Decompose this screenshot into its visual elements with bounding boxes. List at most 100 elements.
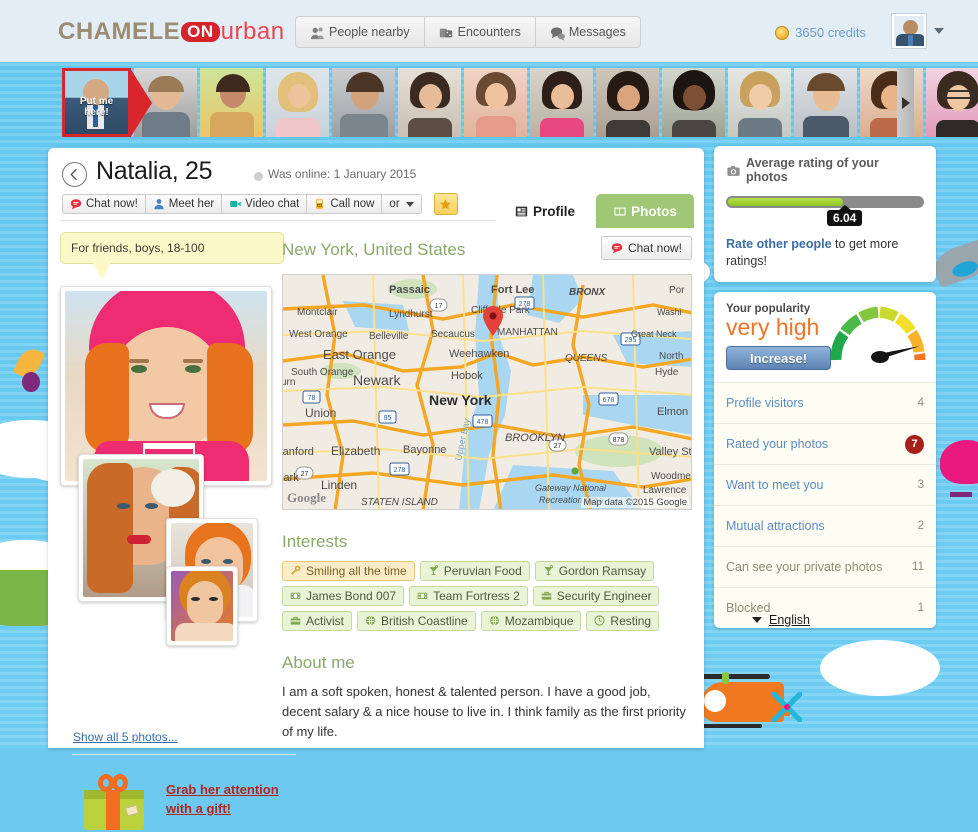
rating-progress-bar: 6.04 xyxy=(726,196,924,226)
helicopter-mast-decoration xyxy=(722,672,729,684)
logo-text-part1: CHAMELE xyxy=(58,18,181,45)
location-map[interactable]: 17 278 295 78 95 478 678 878 27 27 278 P… xyxy=(282,274,692,510)
popularity-panel: Your popularity very high Increase! Prof… xyxy=(714,292,936,628)
video-chat-button[interactable]: Video chat xyxy=(221,194,307,214)
balloon-string-decoration xyxy=(950,492,972,497)
profile-action-buttons: Chat now! Meet her Video chat Call now o… xyxy=(62,193,458,215)
increase-popularity-button[interactable]: Increase! xyxy=(726,346,831,370)
main-navigation: People nearby Encounters Messages xyxy=(295,16,641,48)
svg-text:urn: urn xyxy=(283,377,295,388)
svg-text:278: 278 xyxy=(394,467,406,474)
app-logo[interactable]: CHAMELE ON urban xyxy=(58,18,285,46)
svg-text:ranford: ranford xyxy=(283,446,314,458)
thumb-put-me-here[interactable]: Put me here! xyxy=(62,68,131,137)
svg-text:Hobok: Hobok xyxy=(451,370,483,382)
gift-cta-line2: with a gift! xyxy=(166,801,231,816)
put-me-here-arrow xyxy=(130,68,152,138)
person-thumbnail[interactable] xyxy=(398,68,461,137)
profile-card: Natalia, 25 Was online: 1 January 2015 C… xyxy=(48,148,704,830)
nav-people-nearby[interactable]: People nearby xyxy=(295,16,424,48)
sidebar-stat-rated-your-photos[interactable]: Rated your photos 7 xyxy=(714,423,936,464)
photo-thumbnail-image xyxy=(171,571,233,641)
stat-label: Mutual attractions xyxy=(726,519,825,533)
nav-encounters-label: Encounters xyxy=(457,25,521,39)
credits-indicator[interactable]: 3650 credits xyxy=(775,25,866,40)
rate-other-people-link[interactable]: Rate other people xyxy=(726,237,832,251)
cloud-decoration xyxy=(820,640,940,696)
more-options-label: or xyxy=(389,198,400,210)
language-label: English xyxy=(769,613,810,627)
interest-tag-label: Team Fortress 2 xyxy=(433,589,520,603)
nav-messages-label: Messages xyxy=(568,25,626,39)
tab-photos[interactable]: Photos xyxy=(596,194,694,228)
svg-text:New York: New York xyxy=(429,392,492,408)
interest-tag[interactable]: Smiling all the time xyxy=(282,561,415,581)
person-thumbnail[interactable] xyxy=(662,68,725,137)
gift-box-icon[interactable] xyxy=(82,772,146,832)
svg-text:East Orange: East Orange xyxy=(323,347,396,362)
chevron-down-icon[interactable] xyxy=(934,28,944,34)
interest-tag-label: Peruvian Food xyxy=(443,564,522,578)
interest-tag[interactable]: Resting xyxy=(586,611,660,631)
avatar[interactable] xyxy=(892,14,926,48)
interest-tag[interactable]: British Coastline xyxy=(357,611,476,631)
person-thumbnail[interactable] xyxy=(200,68,263,137)
person-thumbnail[interactable] xyxy=(794,68,857,137)
call-now-button[interactable]: Call now xyxy=(306,194,382,214)
show-all-photos-link[interactable]: Show all 5 photos... xyxy=(73,730,178,744)
interest-tag-label: British Coastline xyxy=(381,614,468,628)
briefcase-icon xyxy=(541,590,553,602)
interest-tag[interactable]: Peruvian Food xyxy=(419,561,530,581)
back-button[interactable] xyxy=(62,162,87,187)
sidebar-stat-mutual-attractions[interactable]: Mutual attractions 2 xyxy=(714,505,936,546)
phone-icon xyxy=(314,198,326,210)
interest-tag[interactable]: Gordon Ramsay xyxy=(534,561,655,581)
person-thumbnail[interactable] xyxy=(530,68,593,137)
kite-decoration xyxy=(22,372,40,392)
meet-her-button[interactable]: Meet her xyxy=(144,194,222,214)
last-online-text: Was online: 1 January 2015 xyxy=(268,167,417,181)
people-thumbnail-strip[interactable]: Put me here! xyxy=(62,68,978,142)
interest-tag[interactable]: James Bond 007 xyxy=(282,586,405,606)
globe-icon xyxy=(365,615,377,627)
svg-text:Gateway National: Gateway National xyxy=(535,483,607,493)
chat-now-button[interactable]: Chat now! xyxy=(62,194,145,214)
svg-text:Passaic: Passaic xyxy=(389,284,430,296)
nav-encounters[interactable]: Encounters xyxy=(423,16,535,48)
person-thumbnail[interactable] xyxy=(596,68,659,137)
interest-tag-label: Gordon Ramsay xyxy=(558,564,647,578)
chat-now-button-secondary[interactable]: Chat now! xyxy=(600,236,692,260)
coin-icon xyxy=(775,25,790,40)
stat-label: Can see your private photos xyxy=(726,560,883,574)
more-options-button[interactable]: or xyxy=(381,194,422,214)
interest-tag[interactable]: Security Engineer xyxy=(532,586,660,606)
photo-thumbnail[interactable] xyxy=(166,566,238,646)
language-selector[interactable]: English xyxy=(752,613,810,627)
person-thumbnail[interactable] xyxy=(266,68,329,137)
person-thumbnail[interactable] xyxy=(926,68,978,137)
interest-tag[interactable]: Activist xyxy=(282,611,353,631)
tab-profile[interactable]: Profile xyxy=(496,194,594,228)
sidebar-stat-blocked[interactable]: Blocked 1 xyxy=(714,587,936,628)
person-thumbnail[interactable] xyxy=(464,68,527,137)
sidebar-stat-want-to-meet-you[interactable]: Want to meet you 3 xyxy=(714,464,936,505)
sidebar-stat-can-see-private-photos[interactable]: Can see your private photos 11 xyxy=(714,546,936,587)
nav-messages[interactable]: Messages xyxy=(534,16,641,48)
interest-tag[interactable]: Team Fortress 2 xyxy=(409,586,528,606)
interest-tag-label: James Bond 007 xyxy=(306,589,397,603)
map-pin-icon xyxy=(483,306,503,336)
left-column: For friends, boys, 18-100 Show all 5 pho… xyxy=(60,232,296,830)
svg-text:Lyndhurst: Lyndhurst xyxy=(389,309,433,320)
tab-profile-label: Profile xyxy=(532,203,575,219)
chat-now-secondary-label: Chat now! xyxy=(627,241,682,255)
person-thumbnail[interactable] xyxy=(332,68,395,137)
thumbstrip-next-button[interactable] xyxy=(897,68,914,137)
interest-tag-label: Mozambique xyxy=(504,614,574,628)
sidebar-stat-profile-visitors[interactable]: Profile visitors 4 xyxy=(714,382,936,423)
interest-tag[interactable]: Mozambique xyxy=(480,611,582,631)
favourite-button[interactable] xyxy=(433,193,458,215)
tab-photos-label: Photos xyxy=(631,203,677,219)
person-thumbnail[interactable] xyxy=(728,68,791,137)
svg-text:Por: Por xyxy=(669,285,685,296)
gift-cta-link[interactable]: Grab her attention with a gift! xyxy=(166,780,296,818)
